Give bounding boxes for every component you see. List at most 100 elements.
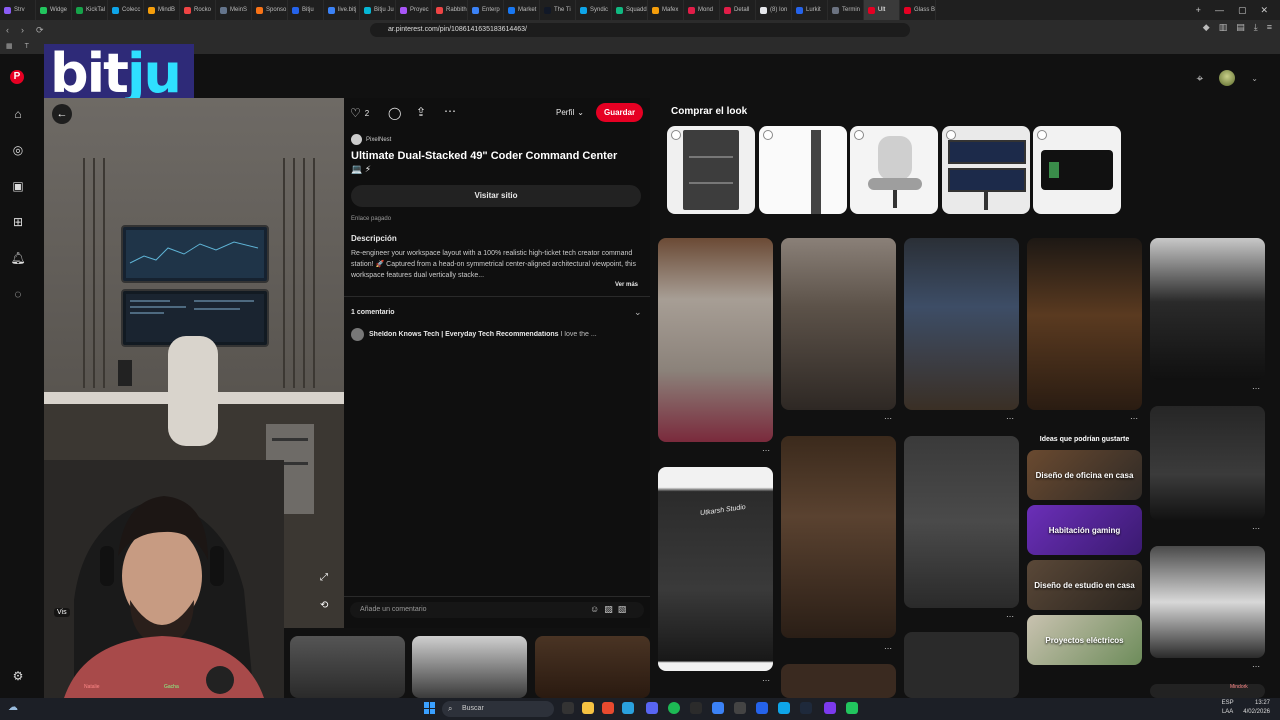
- grid-pin[interactable]: [781, 238, 896, 410]
- more-options-icon[interactable]: ⋯: [444, 104, 456, 118]
- widgets-icon[interactable]: ☁: [8, 702, 18, 713]
- more-options-icon[interactable]: ⋯: [884, 414, 892, 423]
- collapse-comments-icon[interactable]: ⌄: [634, 307, 642, 318]
- minimize-icon[interactable]: —: [1215, 5, 1224, 15]
- back-icon[interactable]: ‹: [6, 25, 9, 35]
- settings-icon[interactable]: ⚙: [10, 668, 26, 684]
- browser-tab[interactable]: Proyec: [396, 0, 432, 20]
- grid-pin[interactable]: [1150, 546, 1265, 658]
- telegram-icon[interactable]: [622, 702, 634, 714]
- browser-tab[interactable]: Mafex: [648, 0, 684, 20]
- forward-icon[interactable]: ›: [21, 25, 24, 35]
- comment-icon[interactable]: ◯: [388, 106, 401, 120]
- grid-pin[interactable]: [904, 632, 1019, 698]
- browser-tab[interactable]: Widge: [36, 0, 72, 20]
- more-options-icon[interactable]: ⋯: [884, 644, 892, 653]
- url-input[interactable]: ar.pinterest.com/pin/1086141635183614463…: [370, 23, 910, 37]
- expand-icon[interactable]: ⤢: [320, 572, 328, 583]
- downloads-icon[interactable]: ⤓: [1254, 22, 1258, 33]
- terminal-icon[interactable]: [690, 702, 702, 714]
- browser-tab[interactable]: The Ti: [540, 0, 576, 20]
- browser-tab[interactable]: Detall: [720, 0, 756, 20]
- pinterest-logo-icon[interactable]: P: [10, 70, 24, 84]
- grid-pin[interactable]: Utkarsh Studio: [658, 467, 773, 671]
- related-pin-thumb[interactable]: [535, 636, 650, 698]
- grid-pin[interactable]: [781, 436, 896, 638]
- maximize-icon[interactable]: ▢: [1238, 5, 1247, 16]
- source-profile[interactable]: PixelNest: [351, 134, 391, 145]
- browser-tab[interactable]: MindB: [144, 0, 180, 20]
- discord-icon[interactable]: [646, 702, 658, 714]
- browser-tab[interactable]: Ult: [864, 0, 900, 20]
- more-options-icon[interactable]: ⋯: [1252, 384, 1260, 393]
- image-icon[interactable]: ▧: [618, 604, 627, 615]
- reload-icon[interactable]: ⟳: [36, 25, 44, 36]
- sidebar-icon[interactable]: ▥: [1219, 22, 1228, 33]
- browser-tab[interactable]: Strv: [0, 0, 36, 20]
- bitwarden-icon[interactable]: [756, 702, 768, 714]
- more-options-icon[interactable]: ⋯: [1130, 414, 1138, 423]
- apps-icon[interactable]: ▦: [6, 43, 13, 50]
- app-icon[interactable]: [846, 702, 858, 714]
- more-options-icon[interactable]: ⋯: [1006, 414, 1014, 423]
- browser-tab[interactable]: Syndic: [576, 0, 612, 20]
- visit-site-button[interactable]: Visitar sitio: [351, 185, 641, 207]
- messages-icon[interactable]: ◌: [10, 286, 26, 302]
- browser-tab[interactable]: Squadd: [612, 0, 648, 20]
- browser-tab[interactable]: Rocko: [180, 0, 216, 20]
- sticker-icon[interactable]: ▨: [604, 604, 613, 615]
- bookmark-item[interactable]: T: [25, 43, 29, 50]
- shop-item-desk-mat[interactable]: [1033, 126, 1121, 214]
- task-view-icon[interactable]: [562, 702, 574, 714]
- browser-tab[interactable]: Rabbith: [432, 0, 468, 20]
- more-options-icon[interactable]: ⋯: [762, 676, 770, 685]
- grid-pin[interactable]: [904, 436, 1019, 608]
- browser-tab[interactable]: Sponso: [252, 0, 288, 20]
- grid-pin[interactable]: [781, 664, 896, 698]
- idea-card[interactable]: Diseño de estudio en casa: [1027, 560, 1142, 610]
- taskbar-search[interactable]: ⌕ Buscar: [442, 701, 554, 717]
- grid-pin[interactable]: [1150, 406, 1265, 520]
- browser-tab[interactable]: Lurkit: [792, 0, 828, 20]
- app-icon[interactable]: [778, 702, 790, 714]
- docs-icon[interactable]: [712, 702, 724, 714]
- related-pin-thumb[interactable]: [290, 636, 405, 698]
- share-icon[interactable]: ⇪: [416, 105, 426, 119]
- shop-item-file-cabinet[interactable]: [667, 126, 755, 214]
- wallet-icon[interactable]: ▤: [1236, 22, 1245, 33]
- shop-item-monitor-arm[interactable]: [942, 126, 1030, 214]
- grid-pin[interactable]: [658, 238, 773, 442]
- grid-pin[interactable]: [1150, 238, 1265, 380]
- notifications-icon[interactable]: 🔔︎: [10, 250, 26, 266]
- browser-tab[interactable]: Glass B: [900, 0, 936, 20]
- app-icon[interactable]: [734, 702, 746, 714]
- grid-pin[interactable]: [904, 238, 1019, 410]
- idea-card[interactable]: Proyectos eléctricos: [1027, 615, 1142, 665]
- browser-tab[interactable]: Market: [504, 0, 540, 20]
- lang-label[interactable]: ESP: [1222, 700, 1234, 706]
- extension-icon[interactable]: ◆: [1203, 22, 1210, 33]
- clock-time[interactable]: 13:27: [1255, 700, 1270, 706]
- browser-tab[interactable]: Mond: [684, 0, 720, 20]
- file-explorer-icon[interactable]: [582, 702, 594, 714]
- back-arrow-icon[interactable]: ←: [52, 104, 72, 124]
- spotify-icon[interactable]: [668, 702, 680, 714]
- close-window-icon[interactable]: ✕: [1260, 5, 1268, 16]
- see-more-link[interactable]: Ver más: [615, 282, 638, 288]
- more-options-icon[interactable]: ⋯: [1252, 662, 1260, 671]
- home-icon[interactable]: ⌂: [10, 106, 26, 122]
- emoji-icon[interactable]: ☺: [590, 604, 599, 615]
- more-options-icon[interactable]: ⋯: [1006, 612, 1014, 621]
- obs-icon[interactable]: [824, 702, 836, 714]
- browser-tab[interactable]: live.bitj: [324, 0, 360, 20]
- menu-icon[interactable]: ≡: [1267, 22, 1272, 33]
- app-icon[interactable]: [800, 702, 812, 714]
- grid-pin[interactable]: [1027, 238, 1142, 410]
- account-chevron-down-icon[interactable]: ⌄: [1251, 74, 1258, 83]
- browser-tab[interactable]: Enterp: [468, 0, 504, 20]
- new-tab-icon[interactable]: +: [1196, 5, 1201, 15]
- browser-tab[interactable]: Colecc: [108, 0, 144, 20]
- browser-tab[interactable]: KickTal: [72, 0, 108, 20]
- idea-card[interactable]: Diseño de oficina en casa: [1027, 450, 1142, 500]
- avatar[interactable]: [1219, 70, 1236, 86]
